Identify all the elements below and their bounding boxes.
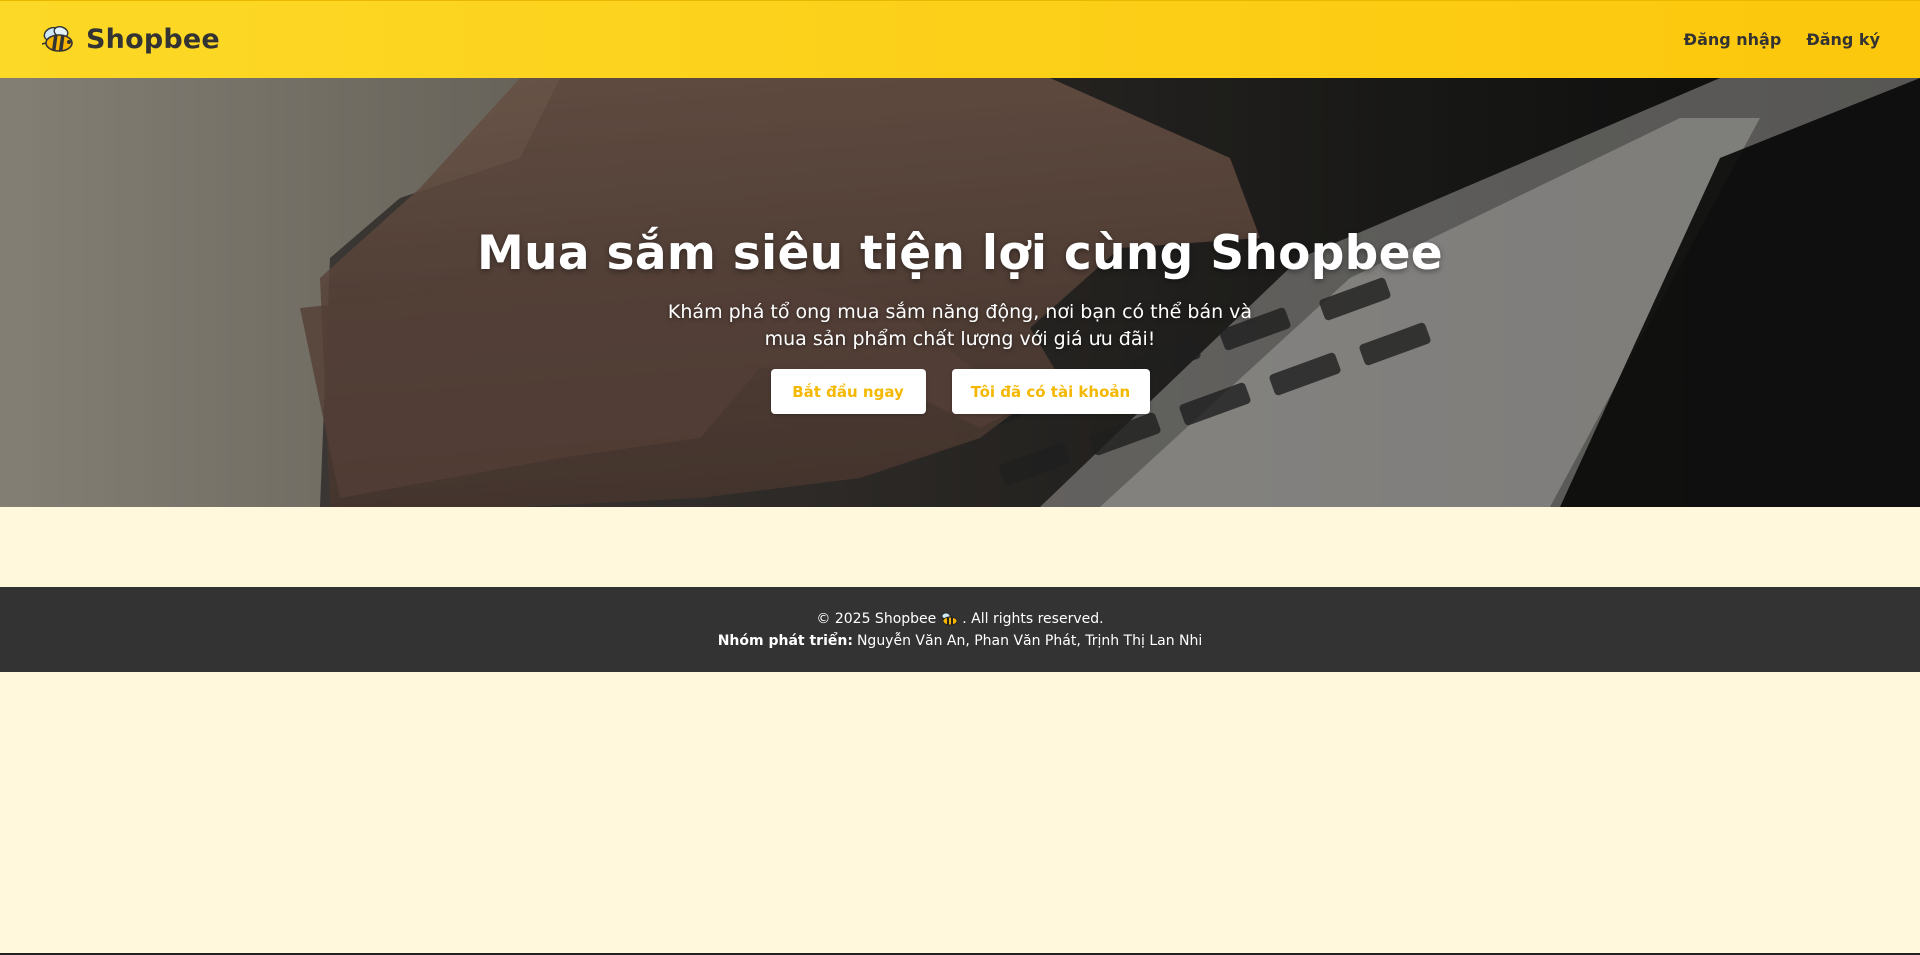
hero-actions: Bắt đầu ngay Tôi đã có tài khoản — [770, 369, 1150, 414]
bee-icon — [941, 612, 958, 625]
register-link[interactable]: Đăng ký — [1806, 30, 1880, 49]
top-navbar: Shopbee Đăng nhập Đăng ký — [0, 0, 1920, 78]
copyright-suffix: . All rights reserved. — [962, 610, 1104, 627]
bee-icon — [42, 25, 73, 52]
have-account-button[interactable]: Tôi đã có tài khoản — [951, 369, 1150, 414]
page-footer: © 2025 Shopbee . All rights reserved. Nh… — [0, 587, 1920, 672]
hero-content: Mua sắm siêu tiện lợi cùng Shopbee Khám … — [0, 78, 1920, 507]
footer-team: Nhóm phát triển: Nguyễn Văn An, Phan Văn… — [718, 630, 1203, 652]
hero-title: Mua sắm siêu tiện lợi cùng Shopbee — [477, 226, 1443, 281]
hero-subtitle: Khám phá tổ ong mua sắm năng động, nơi b… — [667, 301, 1253, 350]
copyright-prefix: © 2025 Shopbee — [816, 610, 937, 627]
brand-name: Shopbee — [86, 24, 220, 55]
auth-nav: Đăng nhập Đăng ký — [1684, 30, 1880, 49]
login-link[interactable]: Đăng nhập — [1684, 30, 1782, 49]
footer-copyright: © 2025 Shopbee . All rights reserved. — [816, 608, 1103, 630]
hero-banner: Mua sắm siêu tiện lợi cùng Shopbee Khám … — [0, 78, 1920, 507]
brand-logo-link[interactable]: Shopbee — [42, 24, 220, 55]
team-members: Nguyễn Văn An, Phan Văn Phát, Trịnh Thị … — [856, 632, 1203, 649]
start-now-button[interactable]: Bắt đầu ngay — [770, 369, 926, 414]
team-label: Nhóm phát triển: — [717, 632, 853, 649]
